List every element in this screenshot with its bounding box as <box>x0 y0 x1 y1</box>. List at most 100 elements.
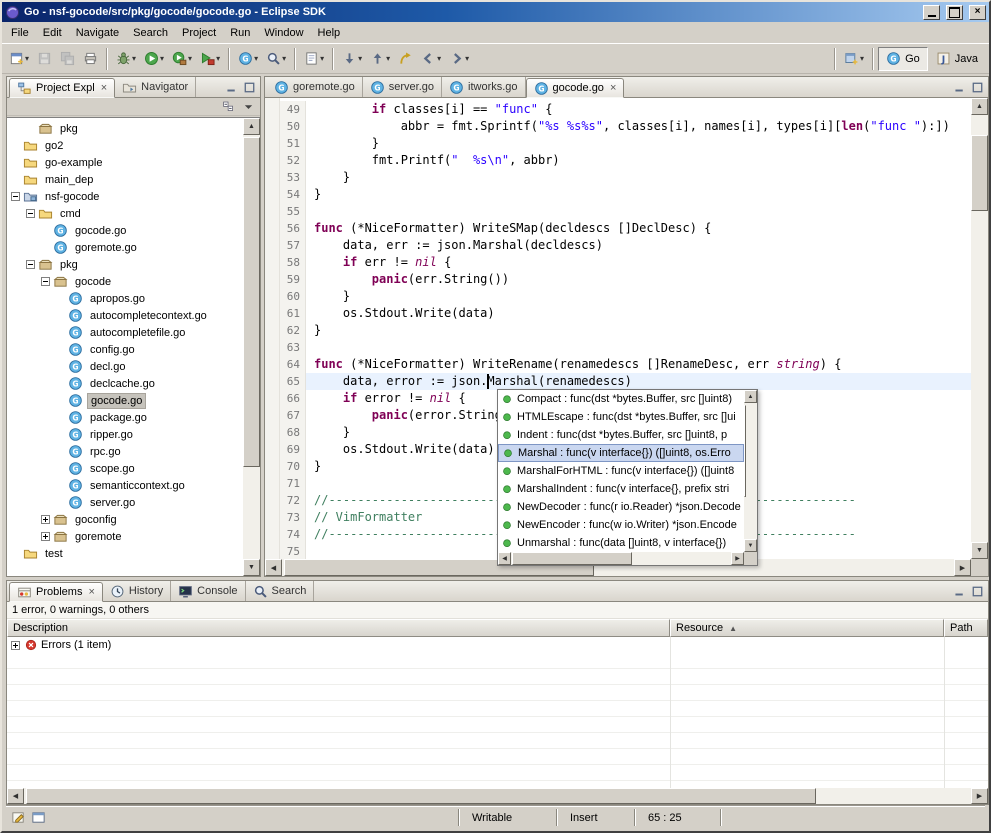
view-tab-console[interactable]: Console <box>171 581 245 601</box>
column-header-path[interactable]: Path <box>944 619 988 637</box>
menu-run[interactable]: Run <box>223 24 257 42</box>
dropdown-arrow-icon[interactable]: ▾ <box>25 54 29 63</box>
dropdown-arrow-icon[interactable]: ▾ <box>437 54 441 63</box>
maximize-button[interactable] <box>946 5 963 20</box>
tree-item[interactable]: pkg <box>7 256 243 273</box>
expand-box[interactable] <box>11 641 20 650</box>
menu-navigate[interactable]: Navigate <box>69 24 126 42</box>
external-tools-button[interactable]: ▾ <box>196 47 224 71</box>
scroll-up-icon[interactable]: ▲ <box>744 390 757 403</box>
code-line[interactable]: 58 if err != nil { <box>265 254 971 271</box>
scrollbar-thumb[interactable] <box>26 788 816 804</box>
expand-box[interactable] <box>41 277 50 286</box>
dropdown-arrow-icon[interactable]: ▾ <box>254 54 258 63</box>
view-tab-navigator[interactable]: Navigator <box>115 77 196 97</box>
scroll-right-icon[interactable]: ▶ <box>971 788 988 804</box>
scroll-left-icon[interactable]: ◀ <box>265 559 282 576</box>
scroll-left-icon[interactable]: ◀ <box>7 788 24 804</box>
tree-item[interactable]: Gpackage.go <box>7 409 243 426</box>
minimize-view-button[interactable] <box>951 584 967 599</box>
maximize-view-button[interactable] <box>969 80 985 95</box>
tree-item[interactable]: Gautocompletecontext.go <box>7 307 243 324</box>
open-perspective-button[interactable]: ▾ <box>840 47 868 71</box>
minimize-button[interactable] <box>923 5 940 20</box>
expand-box[interactable] <box>26 209 35 218</box>
expand-box[interactable] <box>41 515 50 524</box>
tree-item[interactable]: Ggoremote.go <box>7 239 243 256</box>
dropdown-arrow-icon[interactable]: ▾ <box>860 54 864 63</box>
autocomplete-item[interactable]: MarshalIndent : func(v interface{}, pref… <box>498 480 744 498</box>
tree-item[interactable]: goremote <box>7 528 243 545</box>
tree-item[interactable]: Gdeclcache.go <box>7 375 243 392</box>
editor-tab-goremote-go[interactable]: Ggoremote.go <box>267 77 363 97</box>
menu-window[interactable]: Window <box>257 24 310 42</box>
scroll-down-icon[interactable]: ▼ <box>243 559 260 576</box>
dropdown-arrow-icon[interactable]: ▾ <box>216 54 220 63</box>
view-menu-button[interactable] <box>240 99 256 114</box>
close-icon[interactable]: × <box>610 83 616 94</box>
editor-tab-server-go[interactable]: Gserver.go <box>363 77 442 97</box>
close-icon[interactable]: × <box>101 83 107 94</box>
scroll-right-icon[interactable]: ▶ <box>954 559 971 576</box>
tree-item[interactable]: Gdecl.go <box>7 358 243 375</box>
autocomplete-item[interactable]: Indent : func(dst *bytes.Buffer, src []u… <box>498 426 744 444</box>
scroll-down-icon[interactable]: ▼ <box>744 539 757 552</box>
code-line[interactable]: 51 } <box>265 135 971 152</box>
back-button[interactable]: ▾ <box>417 47 445 71</box>
dropdown-arrow-icon[interactable]: ▾ <box>358 54 362 63</box>
code-line[interactable]: 56func (*NiceFormatter) WriteSMap(declde… <box>265 220 971 237</box>
dropdown-arrow-icon[interactable]: ▾ <box>132 54 136 63</box>
dropdown-arrow-icon[interactable]: ▾ <box>386 54 390 63</box>
tree-item[interactable]: Gserver.go <box>7 494 243 511</box>
dropdown-arrow-icon[interactable]: ▾ <box>282 54 286 63</box>
view-tab-history[interactable]: History <box>103 581 171 601</box>
tree-item[interactable]: main_dep <box>7 171 243 188</box>
code-line[interactable]: 50 abbr = fmt.Sprintf("%s %s%s", classes… <box>265 118 971 135</box>
error-group-row[interactable]: Errors (1 item) <box>7 637 988 653</box>
scroll-up-icon[interactable]: ▲ <box>971 98 988 115</box>
scrollbar-thumb[interactable] <box>744 405 746 497</box>
code-line[interactable]: 52 fmt.Printf(" %s\n", abbr) <box>265 152 971 169</box>
menu-help[interactable]: Help <box>311 24 348 42</box>
tree-item[interactable]: goconfig <box>7 511 243 528</box>
run-last-launched-button[interactable]: ▾ <box>168 47 196 71</box>
code-line[interactable]: 63 <box>265 339 971 356</box>
open-task-button[interactable]: ▾ <box>300 47 328 71</box>
problems-horizontal-scrollbar[interactable]: ◀ ▶ <box>7 788 988 804</box>
perspective-go[interactable]: GGo <box>878 47 928 71</box>
pencil-icon[interactable] <box>11 810 26 825</box>
perspective-java[interactable]: JJava <box>928 47 986 71</box>
scrollbar-thumb[interactable] <box>243 137 260 467</box>
minimize-view-button[interactable] <box>951 80 967 95</box>
previous-annotation-button[interactable]: ▾ <box>366 47 394 71</box>
autocomplete-item[interactable]: Marshal : func(v interface{}) ([]uint8, … <box>498 444 744 462</box>
dropdown-arrow-icon[interactable]: ▾ <box>188 54 192 63</box>
editor-tab-itworks-go[interactable]: Gitworks.go <box>442 77 526 97</box>
expand-box[interactable] <box>11 192 20 201</box>
code-line[interactable]: 54} <box>265 186 971 203</box>
view-tab-search[interactable]: Search <box>246 581 315 601</box>
search-button[interactable]: ▾ <box>262 47 290 71</box>
code-line[interactable]: 64func (*NiceFormatter) WriteRename(rena… <box>265 356 971 373</box>
expand-box[interactable] <box>41 532 50 541</box>
tree-item[interactable]: test <box>7 545 243 562</box>
next-annotation-button[interactable]: ▾ <box>338 47 366 71</box>
code-line[interactable]: 53 } <box>265 169 971 186</box>
new-go-element-button[interactable]: G▾ <box>234 47 262 71</box>
expand-box[interactable] <box>26 260 35 269</box>
code-line[interactable]: 59 panic(err.String()) <box>265 271 971 288</box>
view-tab-project-expl[interactable]: Project Expl× <box>9 78 115 98</box>
tree-item[interactable]: go-example <box>7 154 243 171</box>
collapse-all-button[interactable] <box>220 99 236 114</box>
tree-item[interactable]: pkg <box>7 120 243 137</box>
tree-item[interactable]: Gsemanticcontext.go <box>7 477 243 494</box>
autocomplete-item[interactable]: HTMLEscape : func(dst *bytes.Buffer, src… <box>498 408 744 426</box>
code-line[interactable]: 62} <box>265 322 971 339</box>
close-button[interactable]: × <box>969 5 986 20</box>
last-edit-location-button[interactable] <box>394 47 417 71</box>
editor-tab-gocode-go[interactable]: Ggocode.go× <box>526 78 625 98</box>
tree-item[interactable]: go2 <box>7 137 243 154</box>
menu-file[interactable]: File <box>4 24 36 42</box>
tree-item[interactable]: Gautocompletefile.go <box>7 324 243 341</box>
dropdown-arrow-icon[interactable]: ▾ <box>160 54 164 63</box>
